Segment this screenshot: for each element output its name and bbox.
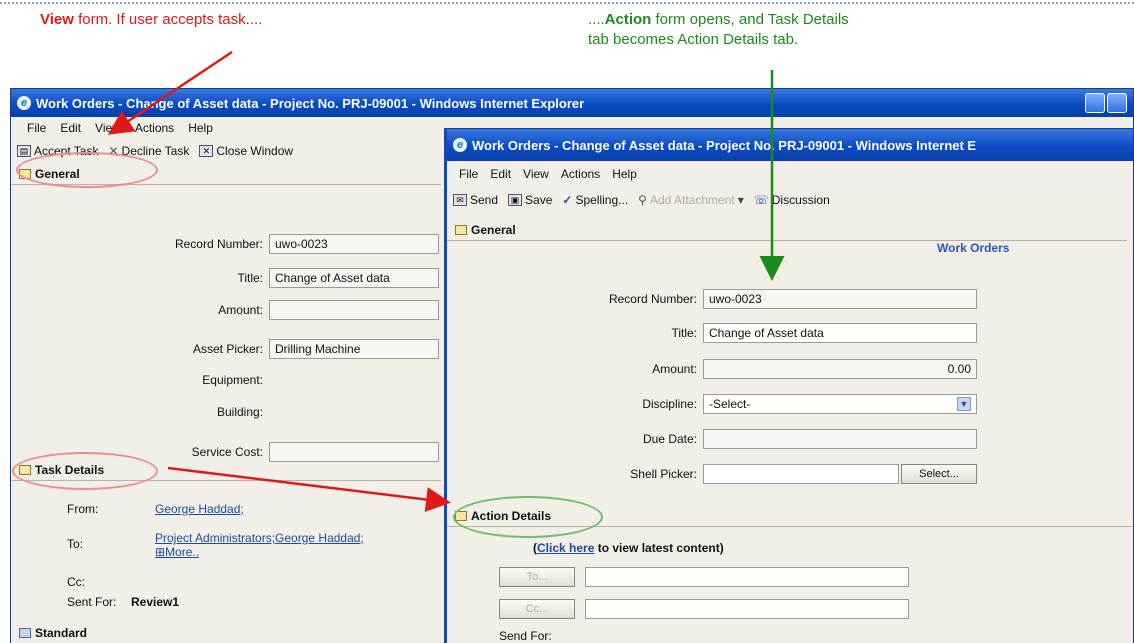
- arrow-to-accept-task: [107, 50, 233, 135]
- annotation-arrows: [107, 50, 785, 512]
- arrow-task-to-action-details: [167, 466, 451, 512]
